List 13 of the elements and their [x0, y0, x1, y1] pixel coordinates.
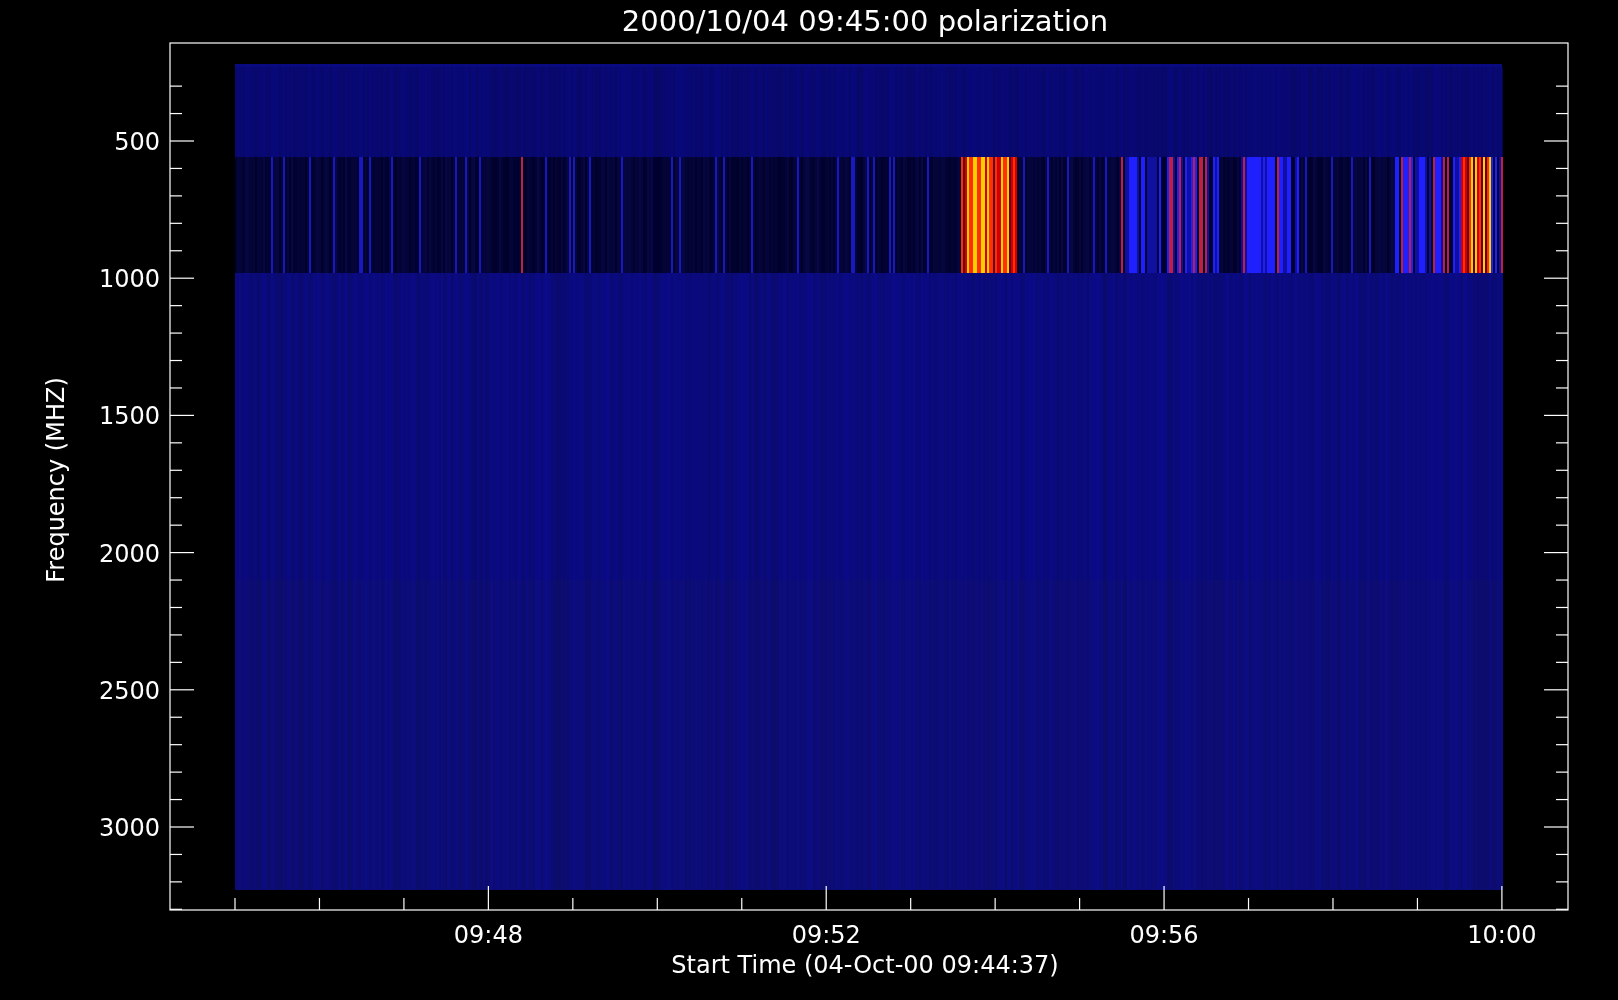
y-tick-label: 1500	[98, 402, 160, 431]
x-axis-label: Start Time (04-Oct-00 09:44:37)	[671, 951, 1059, 979]
y-axis-label: Frequency (MHZ)	[42, 377, 70, 583]
x-tick-label: 09:48	[453, 921, 523, 949]
x-tick-label: 09:56	[1129, 921, 1199, 949]
y-tick-label: 500	[114, 128, 160, 156]
y-tick-label: 2000	[98, 539, 160, 568]
y-tick-label: 3000	[98, 814, 160, 842]
y-tick-label: 2500	[98, 676, 160, 705]
plot-title: 2000/10/04 09:45:00 polarization	[621, 4, 1109, 38]
y-tick-label: 1000	[98, 265, 160, 294]
x-tick-label: 09:52	[791, 921, 861, 949]
x-tick-label: 10:00	[1467, 921, 1537, 949]
